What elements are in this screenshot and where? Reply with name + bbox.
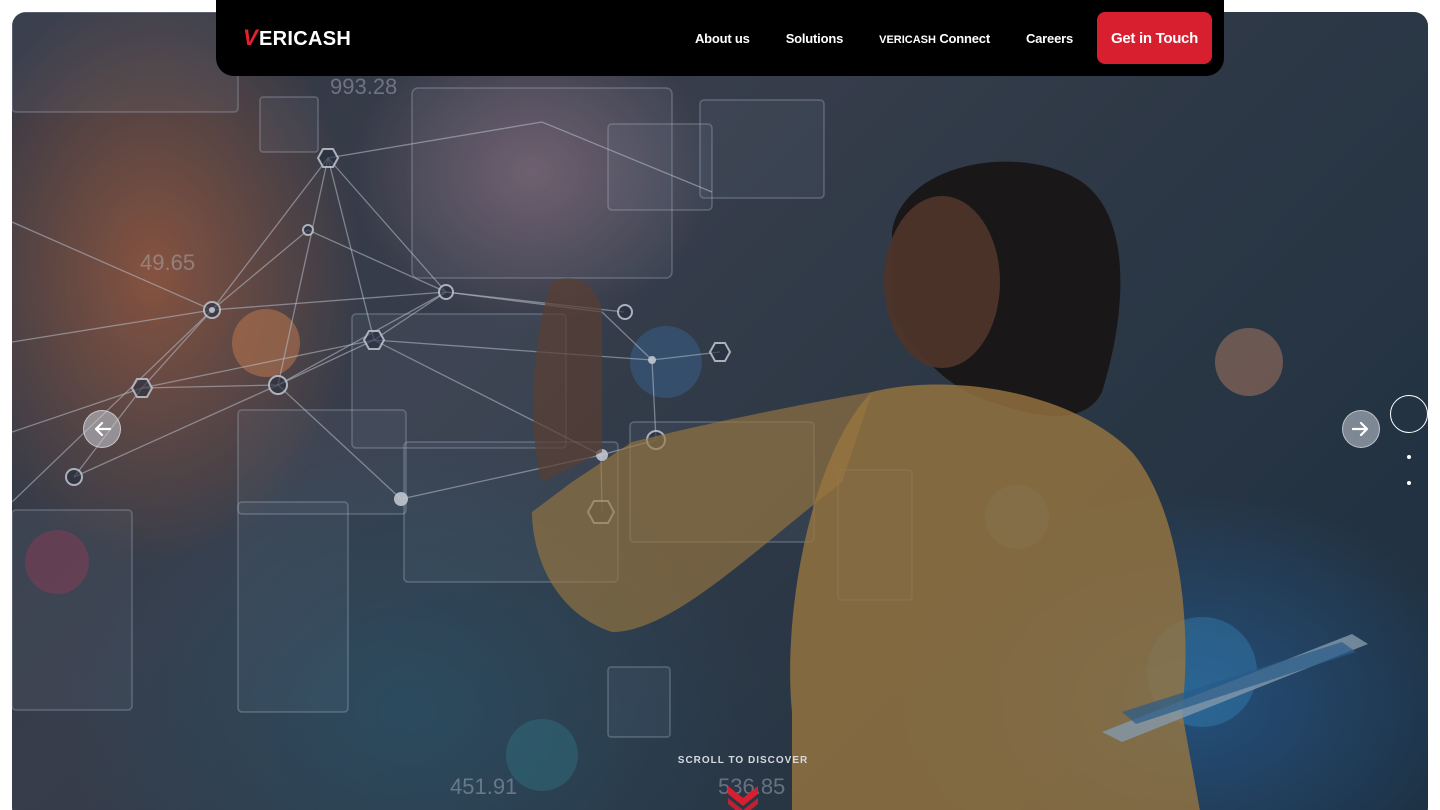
pagination-dot-active[interactable] [1390, 395, 1428, 433]
pagination-dot[interactable] [1407, 481, 1411, 485]
vericash-logo[interactable]: V ERICASH [243, 25, 351, 51]
scroll-to-discover-label: SCROLL TO DISCOVER [677, 755, 809, 766]
next-slide-button[interactable] [1342, 410, 1380, 448]
hero-background-image: 993.28 49.65 451.91 536.85 [12, 12, 1428, 810]
top-navbar: V ERICASH About us Solutions VERICASH Co… [216, 0, 1224, 76]
logo-text: ERICASH [258, 28, 352, 50]
chevron-double-down-icon[interactable] [726, 780, 760, 810]
nav-link-careers[interactable]: Careers [1026, 31, 1073, 46]
nav-links: About us Solutions VERICASH Connect Care… [695, 12, 1212, 64]
prev-slide-button[interactable] [83, 410, 121, 448]
arrow-right-icon [1352, 421, 1369, 437]
nav-link-vericash-caps: VERICASH [879, 33, 936, 46]
arrow-left-icon [94, 421, 111, 437]
nav-link-connect-text: Connect [935, 30, 990, 46]
logo-mark: V [243, 25, 258, 50]
pagination-dot[interactable] [1407, 455, 1411, 459]
get-in-touch-button[interactable]: Get in Touch [1097, 12, 1212, 64]
hero-slider: 993.28 49.65 451.91 536.85 SCROLL TO DIS… [12, 12, 1428, 810]
nav-link-vericash-connect[interactable]: VERICASH Connect [879, 31, 990, 46]
nav-link-about-us[interactable]: About us [695, 31, 750, 46]
nav-link-solutions[interactable]: Solutions [786, 31, 844, 46]
